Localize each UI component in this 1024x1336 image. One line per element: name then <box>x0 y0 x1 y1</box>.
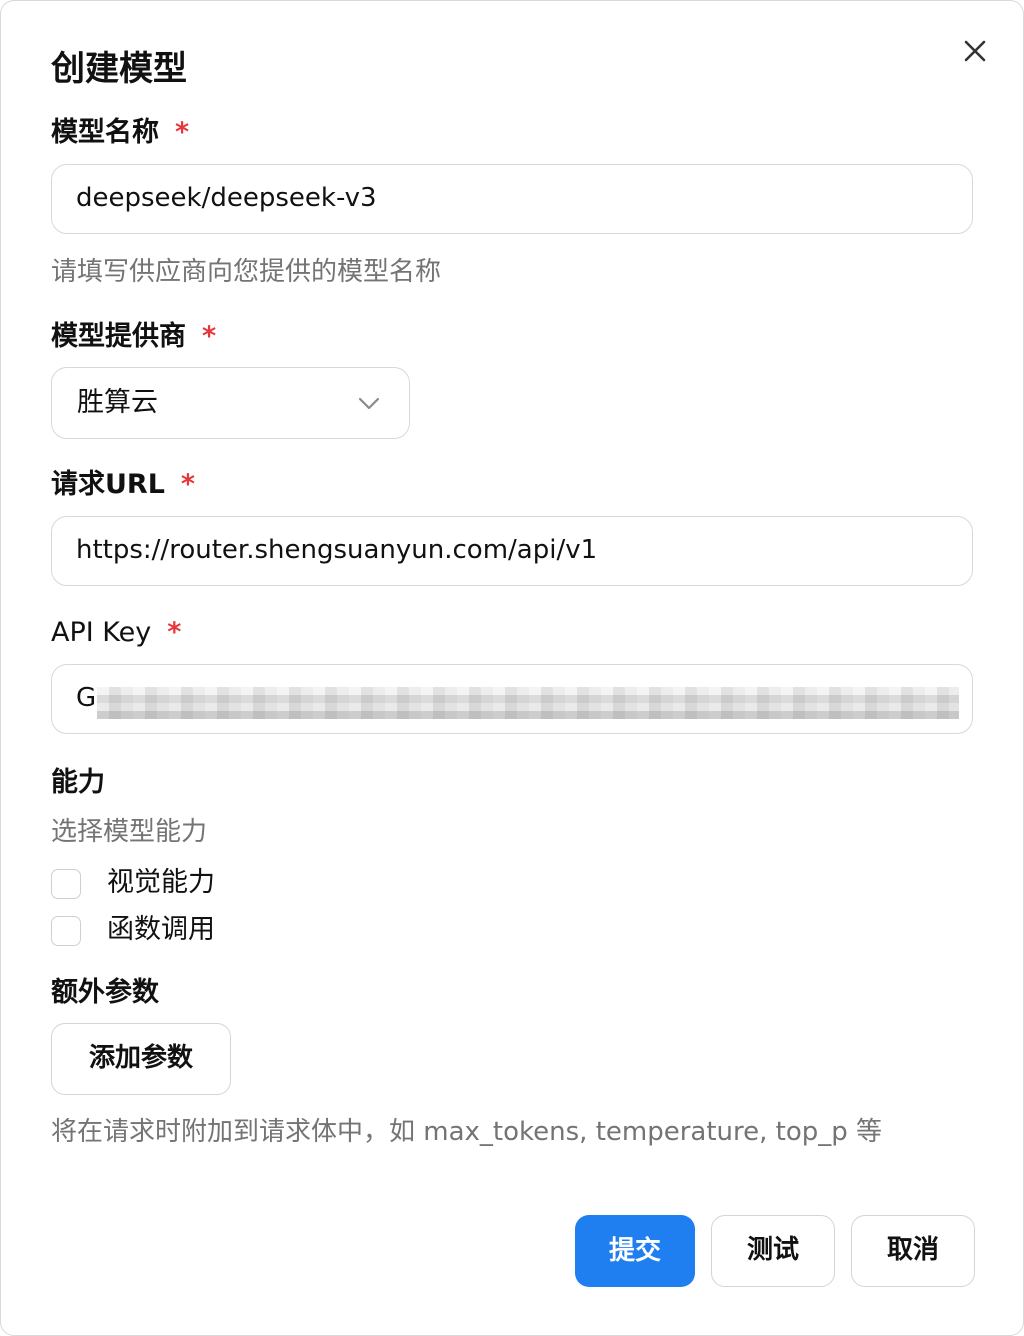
chevron-down-icon <box>358 397 380 410</box>
checkbox-box[interactable] <box>51 916 81 946</box>
provider-select[interactable]: 胜算云 <box>51 367 410 439</box>
model-name-input[interactable]: deepseek/deepseek-v3 <box>51 164 973 234</box>
required-mark: * <box>175 117 190 148</box>
api-key-visible-prefix: G <box>76 683 97 713</box>
model-name-hint: 请填写供应商向您提供的模型名称 <box>51 257 442 287</box>
extra-params-hint: 将在请求时附加到请求体中，如 max_tokens, temperature, … <box>51 1117 883 1147</box>
capabilities-hint: 选择模型能力 <box>51 817 208 847</box>
provider-label: 模型提供商 * <box>51 317 216 357</box>
required-mark: * <box>167 617 182 648</box>
add-param-button[interactable]: 添加参数 <box>51 1023 231 1095</box>
api-key-label: API Key * <box>51 613 181 653</box>
checkbox-function-calling-label: 函数调用 <box>107 914 215 945</box>
required-mark: * <box>202 321 217 352</box>
request-url-input[interactable]: https://router.shengsuanyun.com/api/v1 <box>51 516 973 586</box>
api-key-redaction <box>97 687 959 719</box>
request-url-label: 请求URL * <box>51 465 195 505</box>
provider-selected-value: 胜算云 <box>77 387 158 418</box>
provider-label-text: 模型提供商 <box>51 321 186 352</box>
create-model-dialog: 创建模型 模型名称 * deepseek/deepseek-v3 请填写供应商向您… <box>0 0 1024 1336</box>
submit-button[interactable]: 提交 <box>575 1215 695 1287</box>
required-mark: * <box>180 469 196 500</box>
checkbox-vision-label: 视觉能力 <box>107 867 215 898</box>
model-name-label: 模型名称 * <box>51 113 189 153</box>
close-icon[interactable] <box>955 31 995 71</box>
checkbox-box[interactable] <box>51 869 81 899</box>
dialog-title: 创建模型 <box>51 49 187 89</box>
request-url-label-text: 请求URL <box>51 469 165 500</box>
model-name-label-text: 模型名称 <box>51 117 159 148</box>
cancel-button[interactable]: 取消 <box>851 1215 975 1287</box>
extra-params-label: 额外参数 <box>51 977 159 1008</box>
test-button[interactable]: 测试 <box>711 1215 835 1287</box>
api-key-label-text: API Key <box>51 617 152 648</box>
capabilities-label: 能力 <box>51 767 105 798</box>
